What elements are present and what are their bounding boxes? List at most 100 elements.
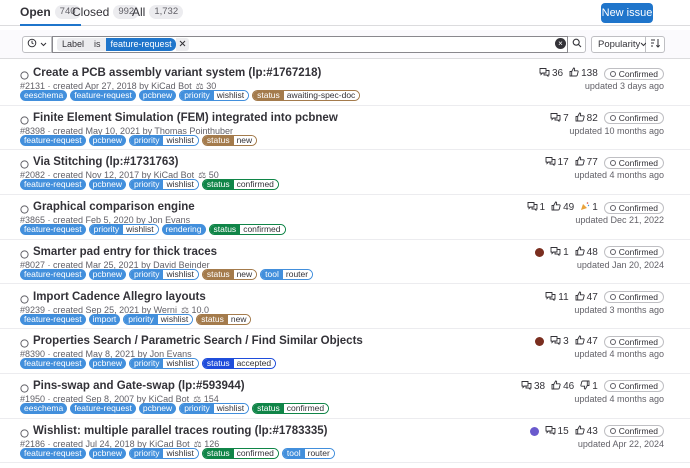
scoped-label[interactable]: priority wishlist xyxy=(128,179,199,191)
label-key: import xyxy=(92,313,117,324)
sort-dropdown-label: Popularity xyxy=(598,39,641,50)
label-key: tool xyxy=(261,269,283,279)
label[interactable]: pcbnew xyxy=(88,179,126,191)
issue-title-link[interactable]: Smarter pad entry for thick traces xyxy=(33,246,217,258)
scoped-label[interactable]: status confirmed xyxy=(201,447,279,459)
assignee-avatar[interactable] xyxy=(535,337,545,347)
thumbsup-icon xyxy=(575,291,585,304)
scoped-label[interactable]: status awaiting-spec-doc xyxy=(252,90,361,101)
remove-token-icon[interactable] xyxy=(175,38,189,51)
scoped-label[interactable]: priority wishlist xyxy=(128,358,199,370)
tab-all[interactable]: All 1,732 xyxy=(132,4,184,26)
chevron-down-icon xyxy=(40,39,47,50)
label-key: pcbnew xyxy=(92,134,122,145)
label-key: status xyxy=(209,225,241,235)
scoped-label[interactable]: priority wishlist xyxy=(128,134,199,146)
scoped-label[interactable]: priority wishlist xyxy=(123,313,194,325)
tab-open-label: Open xyxy=(20,5,51,19)
comment-icon xyxy=(545,291,556,304)
issue-stats: 3 47 Confirmed xyxy=(535,335,664,348)
label[interactable]: pcbnew xyxy=(88,268,126,280)
search-button[interactable] xyxy=(568,36,586,53)
thumbsup-count-value: 47 xyxy=(586,336,598,348)
filter-search-input[interactable]: Label is feature-request xyxy=(52,36,568,53)
label[interactable]: feature-request xyxy=(20,313,86,325)
issue-stats: 1 48 Confirmed xyxy=(535,246,664,259)
thumbsup-icon xyxy=(575,156,585,169)
issue-title-link[interactable]: Finite Element Simulation (FEM) integrat… xyxy=(33,112,338,124)
label[interactable]: feature-request xyxy=(20,447,86,459)
issue-title-link[interactable]: Via Stitching (lp:#1731763) xyxy=(33,156,179,168)
issue-labels: feature-request pcbnew priority wishlist sta… xyxy=(20,447,335,459)
label[interactable]: eeschema xyxy=(20,402,68,414)
issue-title-link[interactable]: Properties Search / Parametric Search / … xyxy=(33,335,363,347)
sort-descending-icon xyxy=(650,38,661,51)
thumbsdown-count-value: 1 xyxy=(592,380,598,392)
assignee-avatar[interactable] xyxy=(529,426,539,436)
scoped-label[interactable]: status new xyxy=(201,268,258,280)
comment-count-value: 1 xyxy=(563,246,569,258)
new-issue-button[interactable]: New issue xyxy=(601,3,653,23)
scoped-label[interactable]: status new xyxy=(201,134,258,146)
comment-count-value: 3 xyxy=(563,336,569,348)
issue-title-link[interactable]: Wishlist: multiple parallel traces routi… xyxy=(33,425,328,437)
tab-all-count: 1,732 xyxy=(149,5,184,19)
issue-title-link[interactable]: Import Cadence Allegro layouts xyxy=(33,291,206,303)
label[interactable]: feature-request xyxy=(20,134,86,146)
status-badge-label: Confirmed xyxy=(618,157,658,168)
label[interactable]: pcbnew xyxy=(88,358,126,370)
label[interactable]: rendering xyxy=(161,224,206,236)
scoped-label[interactable]: status accepted xyxy=(201,358,277,370)
label[interactable]: feature-request xyxy=(20,224,86,236)
label[interactable]: feature-request xyxy=(20,179,86,191)
issue-row: Import Cadence Allegro layouts #9239 · cr… xyxy=(0,285,690,330)
label-value: new xyxy=(233,269,257,279)
label[interactable]: import xyxy=(88,313,121,325)
assignee-avatar[interactable] xyxy=(535,247,545,257)
comment-count: 1 xyxy=(550,246,569,259)
comment-count-value: 15 xyxy=(557,425,569,437)
issue-title-link[interactable]: Graphical comparison engine xyxy=(33,201,195,213)
sort-dropdown[interactable]: Popularity xyxy=(591,36,647,53)
tada-count-value: 1 xyxy=(592,202,598,214)
scoped-label[interactable]: priority wishlist xyxy=(128,268,199,280)
scoped-label[interactable]: priority wishlist xyxy=(128,447,199,459)
thumbsup-count: 43 xyxy=(575,425,598,438)
label[interactable]: feature-request xyxy=(20,358,86,370)
scoped-label[interactable]: priority wishlist xyxy=(88,224,159,236)
label[interactable]: feature-request xyxy=(70,402,136,414)
issue-stats: 36 138 Confirmed xyxy=(539,67,664,80)
tab-closed[interactable]: Closed 992 xyxy=(72,4,140,26)
scoped-label[interactable]: priority wishlist xyxy=(179,402,250,414)
scoped-label[interactable]: status confirmed xyxy=(208,224,286,236)
label[interactable]: eeschema xyxy=(20,90,68,101)
sort-direction-button[interactable] xyxy=(646,36,665,53)
issue-updated: updated 3 months ago xyxy=(574,304,664,315)
scoped-label[interactable]: status new xyxy=(196,313,252,325)
issue-title-link[interactable]: Pins-swap and Gate-swap (lp:#593944) xyxy=(33,380,245,392)
label[interactable]: pcbnew xyxy=(138,90,177,101)
label[interactable]: feature-request xyxy=(20,268,86,280)
label[interactable]: pcbnew xyxy=(88,134,126,146)
history-icon xyxy=(27,38,37,51)
label[interactable]: pcbnew xyxy=(138,402,177,414)
label-key: priority xyxy=(129,269,164,279)
comment-count: 17 xyxy=(545,156,569,169)
scoped-label[interactable]: status confirmed xyxy=(201,179,279,191)
issue-stats: 15 43 Confirmed xyxy=(529,425,664,438)
label-value: new xyxy=(233,135,257,145)
clear-search-icon[interactable]: × xyxy=(555,38,566,49)
scoped-label[interactable]: priority wishlist xyxy=(179,90,250,101)
issue-title-link[interactable]: Create a PCB assembly variant system (lp… xyxy=(33,67,321,79)
label[interactable]: pcbnew xyxy=(88,447,126,459)
filter-token[interactable]: Label is feature-request xyxy=(57,38,189,51)
scoped-label[interactable]: tool router xyxy=(260,268,314,280)
label[interactable]: feature-request xyxy=(70,90,136,101)
scoped-label[interactable]: tool router xyxy=(281,447,335,459)
label-key: priority xyxy=(124,314,158,324)
thumbsup-count: 138 xyxy=(569,67,598,80)
label-key: pcbnew xyxy=(92,358,122,369)
search-history-button[interactable] xyxy=(22,36,52,53)
scoped-label[interactable]: status confirmed xyxy=(252,402,330,414)
label-key: pcbnew xyxy=(92,179,122,190)
